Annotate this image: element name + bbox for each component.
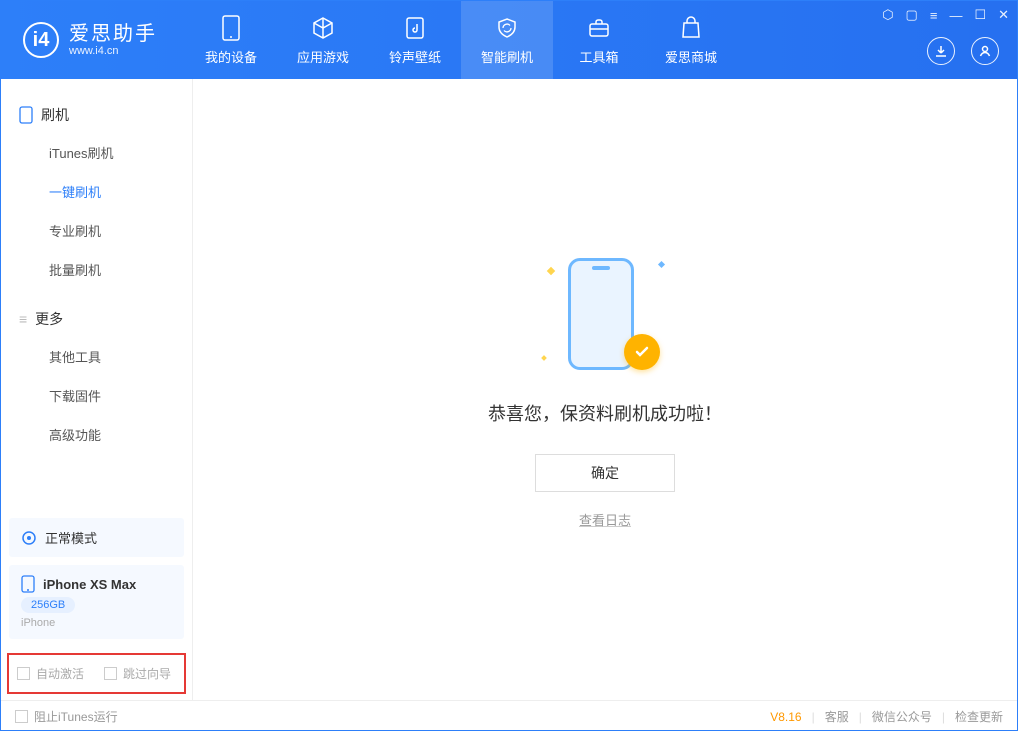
bag-icon (678, 15, 704, 41)
sidebar-group-flash[interactable]: 刷机 (1, 97, 192, 133)
ok-button[interactable]: 确定 (535, 454, 675, 492)
options-highlight-box: 自动激活 跳过向导 (7, 653, 186, 694)
nav-tab-ringtone[interactable]: 铃声壁纸 (369, 1, 461, 79)
sidebar-item-download-fw[interactable]: 下载固件 (1, 376, 192, 415)
nav-label: 应用游戏 (297, 47, 349, 66)
nav-tab-store[interactable]: 爱思商城 (645, 1, 737, 79)
menu-icon[interactable]: ≡ (930, 8, 938, 23)
checkbox-block-itunes[interactable] (15, 710, 28, 723)
music-file-icon (402, 15, 428, 41)
nav-label: 铃声壁纸 (389, 47, 441, 66)
nav-tabs: 我的设备 应用游戏 铃声壁纸 智能刷机 工具箱 爱思商城 (185, 1, 737, 79)
block-itunes-label: 阻止iTunes运行 (34, 708, 118, 725)
skip-guide-label: 跳过向导 (123, 665, 171, 682)
mode-label: 正常模式 (45, 528, 97, 547)
app-subtitle: www.i4.cn (69, 45, 157, 57)
mode-icon (21, 530, 37, 546)
device-box[interactable]: iPhone XS Max 256GB iPhone (9, 565, 184, 639)
window-controls: ⬡ ▢ ≡ — ☐ ✕ (882, 7, 1009, 23)
phone-icon (218, 15, 244, 41)
group-title: 刷机 (41, 105, 69, 125)
sidebar-item-other-tools[interactable]: 其他工具 (1, 337, 192, 376)
success-message: 恭喜您，保资料刷机成功啦！ (488, 400, 722, 426)
nav-tab-flash[interactable]: 智能刷机 (461, 1, 553, 79)
nav-label: 智能刷机 (481, 47, 533, 66)
header-action-icons (927, 37, 999, 65)
app-header: i4 爱思助手 www.i4.cn 我的设备 应用游戏 铃声壁纸 智能刷机 工具… (1, 1, 1017, 79)
footer-link-support[interactable]: 客服 (825, 708, 849, 725)
user-icon[interactable] (971, 37, 999, 65)
toolbox-icon (586, 15, 612, 41)
mode-box[interactable]: 正常模式 (9, 518, 184, 557)
device-small-icon (19, 106, 33, 124)
maximize-button[interactable]: ☐ (974, 7, 986, 23)
phone-small-icon (21, 575, 35, 593)
device-type: iPhone (21, 617, 172, 629)
nav-label: 我的设备 (205, 47, 257, 66)
footer-link-update[interactable]: 检查更新 (955, 708, 1003, 725)
sidebar-item-oneclick-flash[interactable]: 一键刷机 (1, 172, 192, 211)
checkbox-skip-guide[interactable] (104, 667, 117, 680)
sidebar-item-pro-flash[interactable]: 专业刷机 (1, 211, 192, 250)
menu-icon: ≡ (19, 311, 27, 327)
nav-tab-device[interactable]: 我的设备 (185, 1, 277, 79)
logo-icon: i4 (23, 22, 59, 58)
sidebar-item-advanced[interactable]: 高级功能 (1, 415, 192, 454)
nav-label: 爱思商城 (665, 47, 717, 66)
minimize-button[interactable]: — (949, 8, 962, 23)
group-title: 更多 (35, 309, 63, 329)
nav-tab-apps[interactable]: 应用游戏 (277, 1, 369, 79)
nav-label: 工具箱 (579, 47, 618, 66)
refresh-shield-icon (494, 15, 520, 41)
footer-link-wechat[interactable]: 微信公众号 (872, 708, 932, 725)
version-label: V8.16 (770, 710, 801, 724)
view-log-link[interactable]: 查看日志 (579, 510, 631, 529)
sidebar: 刷机 iTunes刷机 一键刷机 专业刷机 批量刷机 ≡ 更多 其他工具 下载固… (1, 79, 193, 700)
checkbox-auto-activate[interactable] (17, 667, 30, 680)
footer: 阻止iTunes运行 V8.16 | 客服 | 微信公众号 | 检查更新 (1, 700, 1017, 732)
sidebar-item-batch-flash[interactable]: 批量刷机 (1, 250, 192, 289)
sidebar-item-itunes-flash[interactable]: iTunes刷机 (1, 133, 192, 172)
sidebar-group-more[interactable]: ≡ 更多 (1, 301, 192, 337)
lock-icon[interactable]: ▢ (906, 7, 918, 23)
nav-tab-toolbox[interactable]: 工具箱 (553, 1, 645, 79)
device-name: iPhone XS Max (43, 577, 136, 592)
app-title: 爱思助手 (69, 23, 157, 45)
device-storage: 256GB (21, 597, 75, 613)
check-badge-icon (624, 334, 660, 370)
close-button[interactable]: ✕ (998, 7, 1009, 23)
logo-area: i4 爱思助手 www.i4.cn (1, 22, 175, 58)
download-icon[interactable] (927, 37, 955, 65)
main-content: 恭喜您，保资料刷机成功啦！ 确定 查看日志 (193, 79, 1017, 700)
success-illustration (540, 250, 670, 380)
auto-activate-label: 自动激活 (36, 665, 84, 682)
shirt-icon[interactable]: ⬡ (882, 7, 893, 23)
cube-icon (310, 15, 336, 41)
